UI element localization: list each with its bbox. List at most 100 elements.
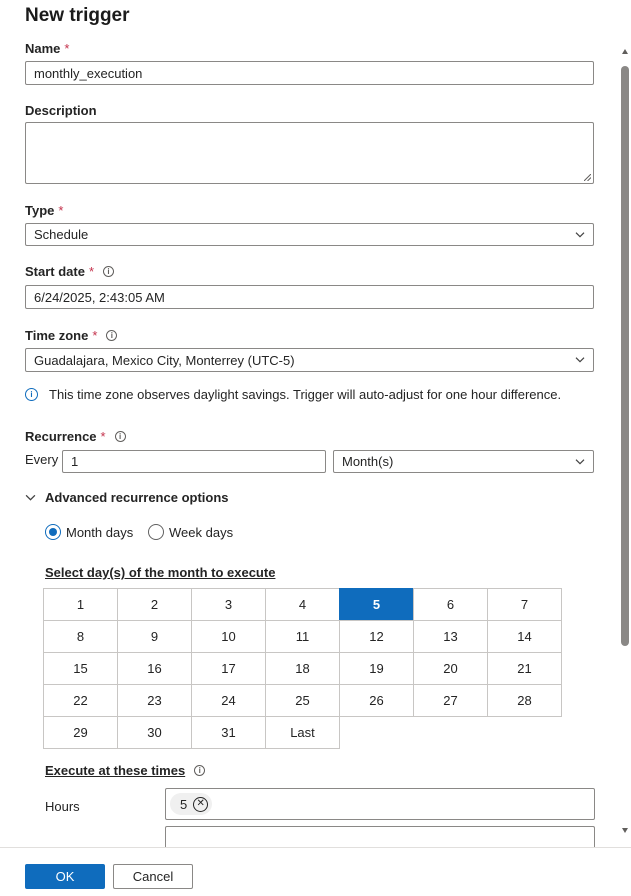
day-cell[interactable]: 19: [339, 652, 414, 685]
day-cell[interactable]: 12: [339, 620, 414, 653]
info-icon[interactable]: i: [103, 266, 115, 277]
resize-grip-icon[interactable]: [584, 174, 591, 181]
start-date-label: Start date * i: [25, 264, 115, 279]
scroll-up-icon[interactable]: [621, 48, 629, 56]
every-label: Every: [25, 452, 59, 467]
recurrence-unit-value: Month(s): [342, 454, 394, 469]
ok-button[interactable]: OK: [25, 864, 105, 889]
cancel-button[interactable]: Cancel: [113, 864, 193, 889]
execute-times-heading: Execute at these times i: [45, 763, 206, 778]
recurrence-unit-dropdown[interactable]: Month(s): [333, 450, 594, 473]
select-days-label: Select day(s) of the month to execute: [45, 565, 276, 580]
days-row: 29 30 31 Last: [43, 716, 570, 749]
chevron-down-icon: [575, 357, 585, 363]
start-date-value: 6/24/2025, 2:43:05 AM: [34, 289, 165, 305]
name-input[interactable]: monthly_execution: [25, 61, 594, 85]
day-cell[interactable]: 11: [265, 620, 340, 653]
required-marker: *: [64, 41, 70, 56]
day-cell[interactable]: 22: [43, 684, 118, 717]
recurrence-label-text: Recurrence: [25, 429, 97, 444]
day-cell[interactable]: 10: [191, 620, 266, 653]
name-label-text: Name: [25, 41, 61, 56]
time-zone-dropdown[interactable]: Guadalajara, Mexico City, Monterrey (UTC…: [25, 348, 594, 372]
day-cell[interactable]: 3: [191, 588, 266, 621]
time-zone-label-text: Time zone: [25, 328, 89, 343]
day-cell[interactable]: 26: [339, 684, 414, 717]
day-cell[interactable]: 28: [487, 684, 562, 717]
minutes-picker[interactable]: [165, 826, 595, 847]
days-row: 22 23 24 25 26 27 28: [43, 684, 570, 717]
type-dropdown-value: Schedule: [34, 227, 89, 242]
day-cell[interactable]: 2: [117, 588, 192, 621]
week-days-radio[interactable]: Week days: [148, 524, 233, 540]
chevron-down-icon: [25, 494, 36, 501]
day-cell[interactable]: 17: [191, 652, 266, 685]
scroll-down-icon[interactable]: [621, 826, 629, 834]
time-zone-value: Guadalajara, Mexico City, Monterrey (UTC…: [34, 352, 295, 368]
type-label-text: Type: [25, 203, 55, 218]
day-cell[interactable]: 1: [43, 588, 118, 621]
time-zone-label: Time zone * i: [25, 328, 118, 343]
day-cell[interactable]: 24: [191, 684, 266, 717]
day-cell[interactable]: 20: [413, 652, 488, 685]
type-label: Type *: [25, 203, 63, 218]
day-cell[interactable]: 30: [117, 716, 192, 749]
month-days-radio[interactable]: Month days: [45, 524, 133, 540]
day-cell[interactable]: 14: [487, 620, 562, 653]
hour-chip-value: 5: [180, 796, 188, 812]
day-cell[interactable]: 31: [191, 716, 266, 749]
day-cell[interactable]: 13: [413, 620, 488, 653]
name-label: Name *: [25, 41, 69, 56]
day-cell[interactable]: 8: [43, 620, 118, 653]
days-row: 1234567: [43, 588, 570, 621]
info-icon[interactable]: i: [106, 330, 118, 341]
day-cell[interactable]: 7: [487, 588, 562, 621]
time-zone-note: i This time zone observes daylight savin…: [25, 387, 561, 402]
info-icon[interactable]: i: [114, 431, 126, 442]
description-textarea[interactable]: [25, 122, 594, 184]
chevron-down-icon: [575, 458, 585, 465]
required-marker: *: [92, 328, 98, 343]
page-title: New trigger: [25, 5, 130, 26]
day-cell[interactable]: 5: [339, 588, 414, 621]
recurrence-label: Recurrence * i: [25, 429, 126, 444]
time-zone-note-text: This time zone observes daylight savings…: [49, 387, 562, 402]
required-marker: *: [88, 264, 95, 279]
info-icon: i: [25, 388, 38, 401]
hour-chip: 5 ✕: [170, 793, 213, 815]
day-cell[interactable]: 25: [265, 684, 340, 717]
info-icon[interactable]: i: [194, 765, 206, 776]
remove-icon[interactable]: ✕: [193, 796, 209, 812]
days-row: 8 9 10 11 12 13 14: [43, 620, 570, 653]
scrollbar-thumb[interactable]: [621, 66, 629, 646]
start-date-label-text: Start date: [25, 264, 85, 279]
day-cell[interactable]: 16: [117, 652, 192, 685]
day-cell[interactable]: 9: [117, 620, 192, 653]
scrollbar[interactable]: [619, 42, 631, 842]
day-cell[interactable]: 18: [265, 652, 340, 685]
day-cell[interactable]: 4: [265, 588, 340, 621]
recurrence-interval-input[interactable]: 1: [62, 450, 326, 473]
day-cell[interactable]: 6: [413, 588, 488, 621]
execute-times-label: Execute at these times: [45, 763, 186, 778]
advanced-options-toggle[interactable]: Advanced recurrence options: [25, 490, 229, 505]
advanced-options-label: Advanced recurrence options: [45, 490, 229, 505]
description-label: Description: [25, 103, 97, 118]
day-cell[interactable]: 15: [43, 652, 118, 685]
month-days-grid: 1 2 3 4 5 6 7 8 9 10 11 12 13 14 15 16 17 18 19 20 21 22 23 24 2…: [43, 588, 570, 749]
day-cell[interactable]: 27: [413, 684, 488, 717]
day-cell[interactable]: 21: [487, 652, 562, 685]
start-date-input[interactable]: 6/24/2025, 2:43:05 AM: [25, 285, 594, 309]
type-dropdown[interactable]: Schedule: [25, 223, 594, 246]
required-marker: *: [100, 429, 106, 444]
description-label-text: Description: [25, 103, 97, 118]
day-cell[interactable]: 23: [117, 684, 192, 717]
day-cell[interactable]: 29: [43, 716, 118, 749]
radio-unselected-icon: [148, 524, 164, 540]
hours-picker[interactable]: 5 ✕: [165, 788, 595, 820]
day-cell[interactable]: Last: [265, 716, 340, 749]
month-days-label: Month days: [66, 524, 134, 540]
dialog-footer: OK Cancel: [0, 847, 631, 896]
week-days-label: Week days: [169, 524, 234, 540]
recurrence-interval-value: 1: [71, 454, 79, 469]
